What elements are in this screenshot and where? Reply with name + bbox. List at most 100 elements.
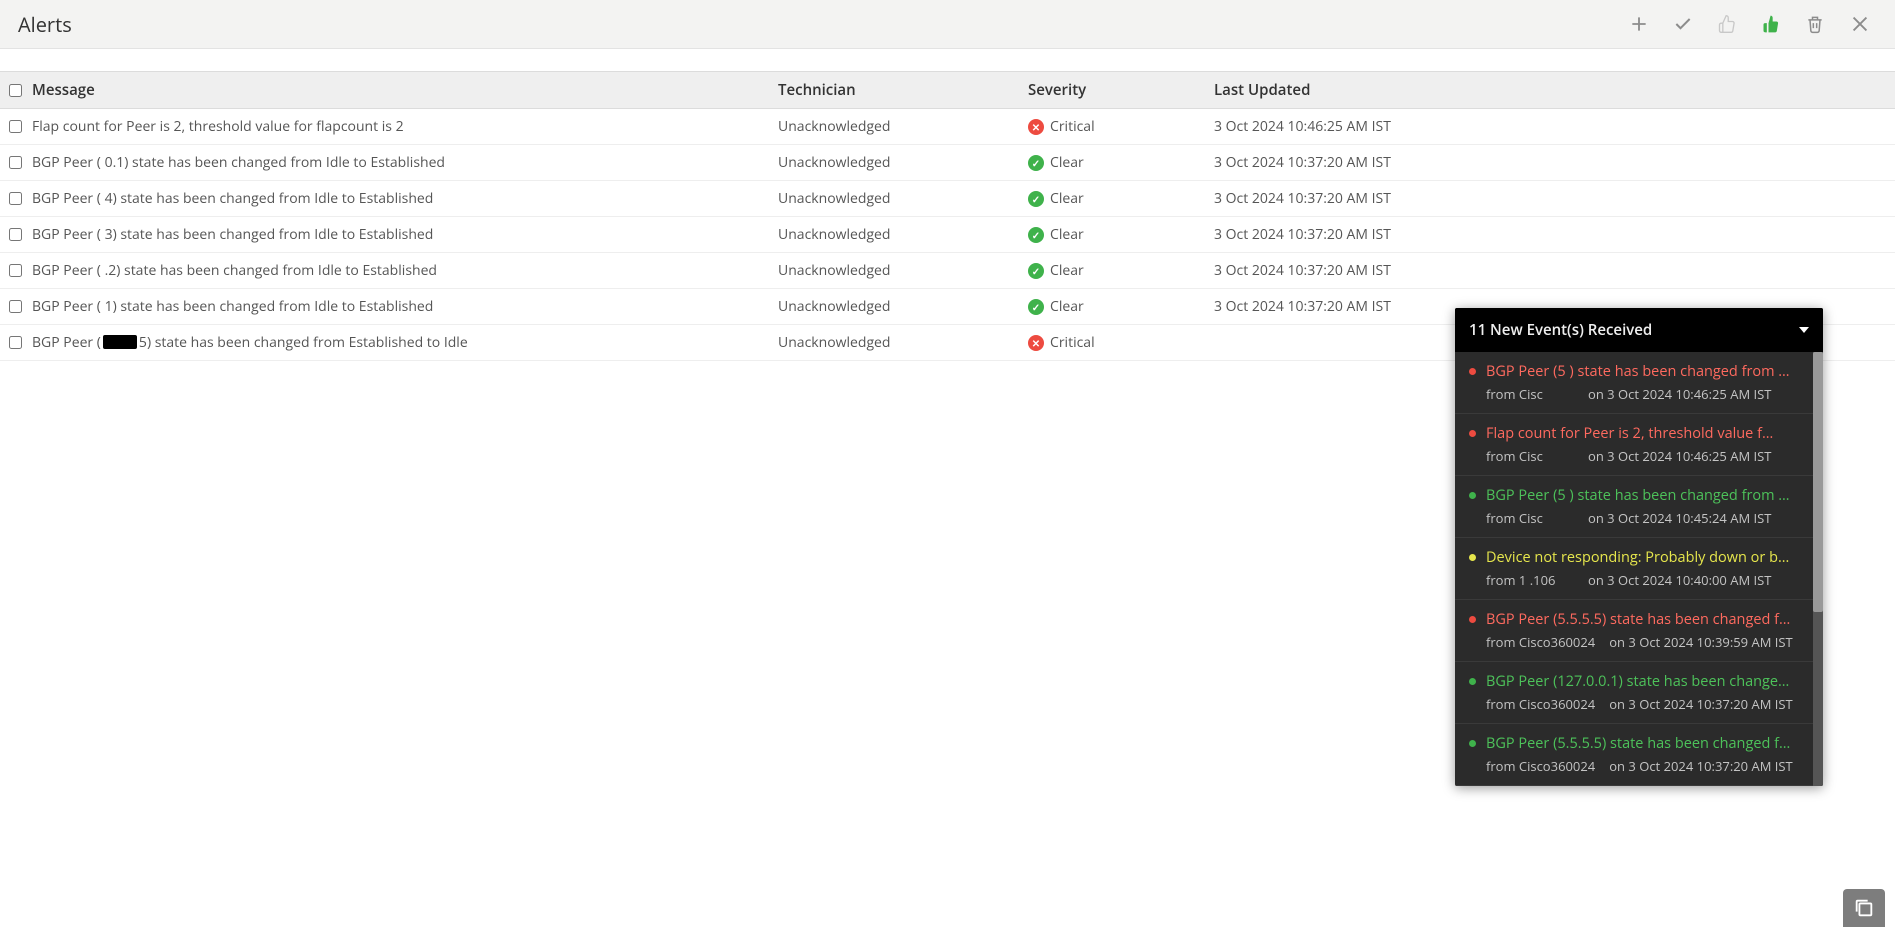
event-from: from Cisco360024 [1486, 757, 1595, 775]
cell-severity: Clear [1028, 297, 1214, 317]
cell-updated: 3 Oct 2024 10:37:20 AM IST [1214, 225, 1895, 244]
severity-label: Clear [1050, 153, 1084, 172]
event-timestamp: on 3 Oct 2024 10:39:59 AM IST [1609, 633, 1792, 651]
cell-updated: 3 Oct 2024 10:46:25 AM IST [1214, 117, 1895, 136]
event-from: from 1 .106 [1486, 571, 1574, 589]
event-timestamp: on 3 Oct 2024 10:37:20 AM IST [1609, 757, 1792, 775]
window-stack-button[interactable] [1843, 889, 1885, 927]
table-row[interactable]: Flap count for Peer is 2, threshold valu… [0, 109, 1895, 145]
event-subline: from Cisco360024 on 3 Oct 2024 10:37:20 A… [1486, 757, 1807, 775]
cell-message: Flap count for Peer is 2, threshold valu… [30, 117, 778, 136]
event-from: from Cisco360024 [1486, 633, 1595, 651]
row-checkbox[interactable] [9, 300, 22, 313]
row-checkbox[interactable] [9, 228, 22, 241]
row-checkbox[interactable] [9, 336, 22, 349]
cell-severity: Critical [1028, 117, 1214, 137]
redacted-block [103, 335, 137, 349]
event-subline: from Cisco360024 on 3 Oct 2024 10:39:59 A… [1486, 633, 1807, 651]
event-timestamp: on 3 Oct 2024 10:40:00 AM IST [1588, 571, 1771, 589]
severity-clear-icon [1028, 227, 1044, 243]
event-from: from Cisc [1486, 385, 1574, 403]
event-from: from Cisc [1486, 509, 1574, 527]
event-status-dot [1469, 430, 1476, 437]
trash-icon[interactable] [1805, 14, 1825, 34]
event-title: BGP Peer (5 ) state has been changed fro… [1469, 486, 1807, 505]
chevron-down-icon [1799, 327, 1809, 333]
cell-updated: 3 Oct 2024 10:37:20 AM IST [1214, 153, 1895, 172]
cell-message: BGP Peer ( 0.1) state has been changed f… [30, 153, 778, 172]
severity-label: Critical [1050, 333, 1095, 352]
table-row[interactable]: BGP Peer ( 3) state has been changed fro… [0, 217, 1895, 253]
event-title: BGP Peer (5 ) state has been changed fro… [1469, 362, 1807, 381]
cell-updated: 3 Oct 2024 10:37:20 AM IST [1214, 261, 1895, 280]
col-header-severity[interactable]: Severity [1028, 80, 1214, 100]
event-status-dot [1469, 616, 1476, 623]
page-title: Alerts [18, 11, 1629, 38]
severity-clear-icon [1028, 191, 1044, 207]
check-icon[interactable] [1673, 14, 1693, 34]
event-status-dot [1469, 740, 1476, 747]
row-checkbox[interactable] [9, 120, 22, 133]
event-item[interactable]: BGP Peer (5 ) state has been changed fro… [1455, 476, 1823, 538]
cell-severity: Clear [1028, 261, 1214, 281]
events-panel-title: 11 New Event(s) Received [1469, 320, 1799, 340]
cell-message: BGP Peer ( .2) state has been changed fr… [30, 261, 778, 280]
col-header-updated[interactable]: Last Updated [1214, 80, 1895, 100]
severity-label: Clear [1050, 261, 1084, 280]
table-row[interactable]: BGP Peer ( 0.1) state has been changed f… [0, 145, 1895, 181]
close-icon[interactable] [1849, 13, 1871, 35]
events-scrollbar-thumb[interactable] [1813, 352, 1823, 612]
cell-severity: Clear [1028, 189, 1214, 209]
severity-clear-icon [1028, 299, 1044, 315]
event-from: from Cisco360024 [1486, 695, 1595, 713]
event-title: Device not responding: Probably down or … [1469, 548, 1807, 567]
col-header-technician[interactable]: Technician [778, 80, 1028, 100]
event-subline: from Cisco360024 on 3 Oct 2024 10:37:20 A… [1486, 695, 1807, 713]
add-icon[interactable] [1629, 14, 1649, 34]
severity-clear-icon [1028, 263, 1044, 279]
event-item[interactable]: BGP Peer (5.5.5.5) state has been change… [1455, 600, 1823, 662]
row-checkbox[interactable] [9, 156, 22, 169]
event-status-dot [1469, 554, 1476, 561]
cell-technician: Unacknowledged [778, 225, 1028, 244]
header-toolbar [1629, 13, 1877, 35]
event-subline: from Cisc on 3 Oct 2024 10:45:24 AM IST [1486, 509, 1807, 527]
table-header-row: Message Technician Severity Last Updated [0, 71, 1895, 109]
row-checkbox[interactable] [9, 192, 22, 205]
event-timestamp: on 3 Oct 2024 10:45:24 AM IST [1588, 509, 1771, 527]
event-title: BGP Peer (5.5.5.5) state has been change… [1469, 610, 1807, 629]
event-timestamp: on 3 Oct 2024 10:37:20 AM IST [1609, 695, 1792, 713]
events-panel-header[interactable]: 11 New Event(s) Received [1455, 308, 1823, 352]
severity-label: Clear [1050, 297, 1084, 316]
severity-critical-icon [1028, 119, 1044, 135]
select-all-checkbox[interactable] [9, 84, 22, 97]
row-checkbox[interactable] [9, 264, 22, 277]
event-item[interactable]: Flap count for Peer is 2, threshold valu… [1455, 414, 1823, 476]
event-title: BGP Peer (5.5.5.5) state has been change… [1469, 734, 1807, 753]
event-item[interactable]: BGP Peer (127.0.0.1) state has been chan… [1455, 662, 1823, 724]
thumbs-up-filled-icon[interactable] [1761, 14, 1781, 34]
event-item[interactable]: BGP Peer (5.5.5.5) state has been change… [1455, 724, 1823, 786]
cell-severity: Clear [1028, 153, 1214, 173]
thumbs-up-outline-icon[interactable] [1717, 14, 1737, 34]
event-item[interactable]: BGP Peer (5 ) state has been changed fro… [1455, 352, 1823, 414]
severity-label: Critical [1050, 117, 1095, 136]
severity-clear-icon [1028, 155, 1044, 171]
event-title: Flap count for Peer is 2, threshold valu… [1469, 424, 1807, 443]
severity-label: Clear [1050, 225, 1084, 244]
events-panel-body: BGP Peer (5 ) state has been changed fro… [1455, 352, 1823, 786]
event-timestamp: on 3 Oct 2024 10:46:25 AM IST [1588, 385, 1771, 403]
table-row[interactable]: BGP Peer ( 4) state has been changed fro… [0, 181, 1895, 217]
event-subline: from Cisc on 3 Oct 2024 10:46:25 AM IST [1486, 385, 1807, 403]
table-row[interactable]: BGP Peer ( .2) state has been changed fr… [0, 253, 1895, 289]
events-scrollbar-track[interactable] [1813, 352, 1823, 786]
event-status-dot [1469, 492, 1476, 499]
cell-message: BGP Peer ( 4) state has been changed fro… [30, 189, 778, 208]
col-header-message[interactable]: Message [30, 80, 778, 100]
cell-technician: Unacknowledged [778, 333, 1028, 352]
event-subline: from Ciscon 3 Oct 2024 10:46:25 AM IST [1486, 447, 1807, 465]
cell-severity: Critical [1028, 333, 1214, 353]
events-panel: 11 New Event(s) Received BGP Peer (5 ) s… [1455, 308, 1823, 786]
event-from: from Cisc [1486, 447, 1574, 465]
event-item[interactable]: Device not responding: Probably down or … [1455, 538, 1823, 600]
